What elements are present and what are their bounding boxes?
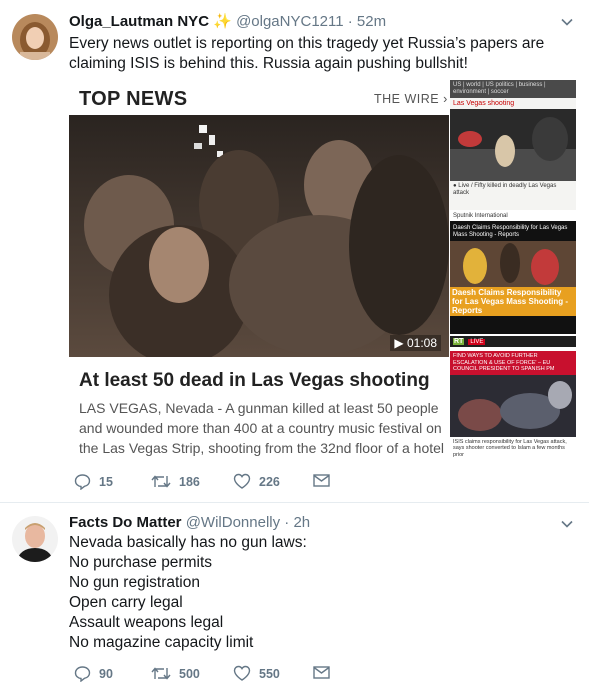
author-name[interactable]: Facts Do Matter [69, 514, 182, 531]
tweet-line: No purchase permits [69, 554, 213, 571]
reply-icon [74, 666, 91, 682]
article-headline[interactable]: At least 50 dead in Las Vegas shooting [79, 370, 430, 392]
like-count: 226 [259, 474, 280, 489]
tweet-text: Nevada basically has no gun laws: No pur… [69, 533, 307, 653]
chevron-down-icon[interactable] [561, 16, 573, 28]
avatar[interactable] [12, 14, 58, 60]
reply-icon [74, 474, 91, 490]
author-name[interactable]: Olga_Lautman NYC [69, 13, 209, 30]
video-duration: ▶ 01:08 [390, 335, 441, 351]
heart-icon [233, 665, 251, 681]
play-icon: ▶ [394, 336, 404, 350]
envelope-icon [313, 474, 330, 487]
tweet-text: Every news outlet is reporting on this t… [69, 35, 545, 72]
the-wire-link[interactable]: THE WIRE › [374, 92, 448, 106]
direct-message-button[interactable] [313, 473, 330, 488]
reply-count: 15 [99, 474, 113, 489]
tweet[interactable]: Olga_Lautman NYC ✨ @olgaNYC1211 · 52m Ev… [0, 0, 589, 503]
chevron-right-icon: › [443, 92, 448, 106]
article-summary: LAS VEGAS, Nevada - A gunman killed at l… [79, 400, 445, 456]
tweet-line: No magazine capacity limit [69, 634, 254, 651]
author-handle[interactable]: @olgaNYC1211 [236, 13, 344, 30]
guardian-nav: US | world | US politics | business | en… [450, 80, 576, 98]
rt-screenshot: RT LIVE FIND WAYS TO AVOID FURTHER ESCAL… [450, 336, 576, 462]
timestamp[interactable]: · 2h [284, 514, 310, 531]
video-thumbnail [69, 115, 449, 357]
sputnik-top-text: Daesh Claims Responsibility for Las Vega… [453, 225, 568, 238]
sparkles-icon: ✨ [213, 13, 232, 30]
guardian-photo [450, 109, 576, 181]
like-count: 550 [259, 666, 280, 681]
chevron-down-icon[interactable] [561, 518, 573, 530]
reply-count: 90 [99, 666, 113, 681]
tweet-line: Nevada basically has no gun laws: [69, 534, 307, 551]
guardian-section: Las Vegas shooting [453, 100, 515, 107]
envelope-icon [313, 666, 330, 679]
rt-live-badge: LIVE [468, 338, 486, 345]
author-handle[interactable]: @WilDonnelly [186, 514, 280, 531]
news-card[interactable]: TOP NEWS THE WIRE › ▶ 01:08 At least 50 … [69, 80, 576, 462]
retweet-button[interactable]: 186 [151, 473, 200, 490]
rt-photo [450, 374, 576, 437]
like-button[interactable]: 550 [233, 665, 280, 682]
avatar[interactable] [12, 516, 58, 562]
like-button[interactable]: 226 [233, 473, 280, 490]
reply-button[interactable]: 90 [74, 665, 113, 682]
retweet-icon [151, 475, 171, 488]
reply-button[interactable]: 15 [74, 473, 113, 490]
sputnik-photo [450, 241, 576, 287]
tweet[interactable]: Facts Do Matter @WilDonnelly · 2h Nevada… [0, 503, 589, 682]
guardian-caption: ● Live / Fifty killed in deadly Las Vega… [453, 183, 557, 196]
rt-banner: FIND WAYS TO AVOID FURTHER ESCALATION & … [450, 351, 576, 375]
sputnik-screenshot: Sputnik International Daesh Claims Respo… [450, 212, 576, 334]
sputnik-nav: Sputnik International [450, 212, 576, 221]
video-duration-text: 01:08 [406, 336, 437, 350]
direct-message-button[interactable] [313, 665, 330, 680]
heart-icon [233, 473, 251, 489]
timestamp[interactable]: · 52m [348, 13, 386, 30]
retweet-count: 500 [179, 666, 200, 681]
guardian-screenshot: US | world | US politics | business | en… [450, 80, 576, 210]
video-player[interactable]: ▶ 01:08 [69, 115, 449, 357]
section-title: TOP NEWS [79, 88, 188, 110]
rt-logo: RT [453, 338, 465, 345]
tweet-line: Open carry legal [69, 594, 183, 611]
the-wire-label: THE WIRE [374, 92, 440, 106]
tweet-line: Assault weapons legal [69, 614, 224, 631]
rt-caption: ISIS claims responsibility for Las Vegas… [453, 438, 567, 458]
retweet-count: 186 [179, 474, 200, 489]
sputnik-headline: Daesh Claims Responsibility for Las Vega… [450, 287, 576, 316]
tweet-line: No gun registration [69, 574, 200, 591]
retweet-button[interactable]: 500 [151, 665, 200, 682]
retweet-icon [151, 667, 171, 680]
